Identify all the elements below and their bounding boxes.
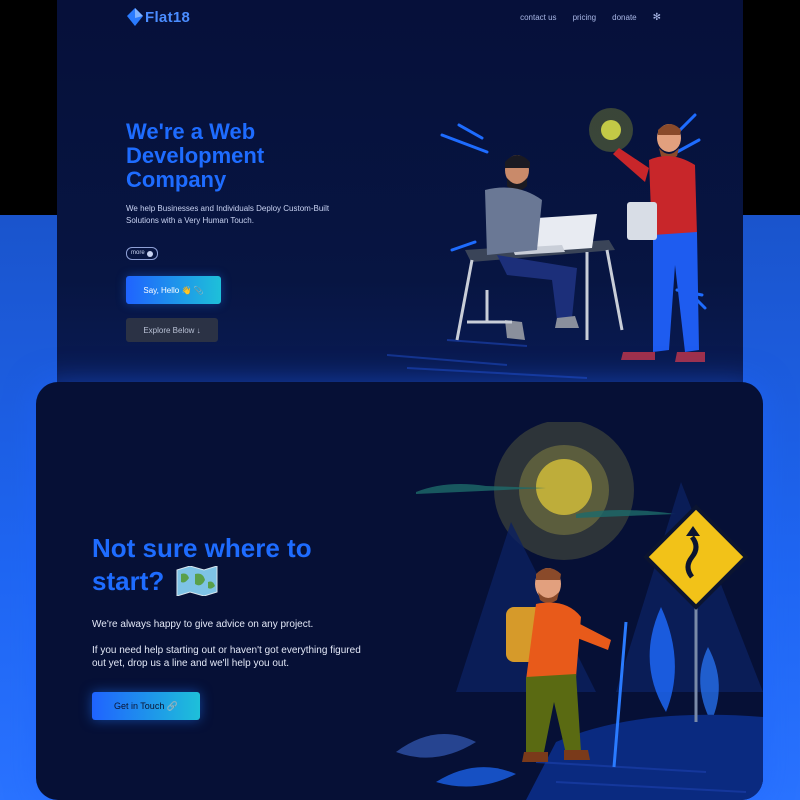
explore-below-button[interactable]: Explore Below ↓ xyxy=(126,318,218,342)
hero-illustration xyxy=(387,108,707,379)
more-label: more xyxy=(131,250,145,256)
advice-title: Not sure where to start? xyxy=(92,532,372,598)
chevron-down-icon xyxy=(146,250,153,257)
more-button[interactable]: more xyxy=(126,247,158,260)
say-hello-button[interactable]: Say, Hello 👋 📎 xyxy=(126,276,221,304)
map-icon xyxy=(176,566,218,596)
top-nav: contact us pricing donate ✻ xyxy=(520,12,661,23)
hiker-illustration xyxy=(396,422,763,800)
advice-text-2: If you need help starting out or haven't… xyxy=(92,645,361,669)
advice-text-1: We're always happy to give advice on any… xyxy=(92,619,314,630)
advice-section: Not sure where to start? We're always ha… xyxy=(36,382,763,800)
hero-subtitle: We help Businesses and Individuals Deplo… xyxy=(126,204,330,225)
nav-link-donate[interactable]: donate xyxy=(612,13,636,22)
nav-link-pricing[interactable]: pricing xyxy=(573,13,597,22)
hero-section: Flat18 contact us pricing donate ✻ We're… xyxy=(57,0,743,400)
get-in-touch-button[interactable]: Get in Touch 🔗 xyxy=(92,692,200,720)
logo-text: Flat18 xyxy=(145,8,191,26)
logo[interactable]: Flat18 xyxy=(127,8,190,26)
nav-link-contact[interactable]: contact us xyxy=(520,13,556,22)
logo-icon xyxy=(127,8,143,26)
gear-icon[interactable]: ✻ xyxy=(653,12,661,23)
hero-title: We're a Web Development Company xyxy=(126,119,265,192)
